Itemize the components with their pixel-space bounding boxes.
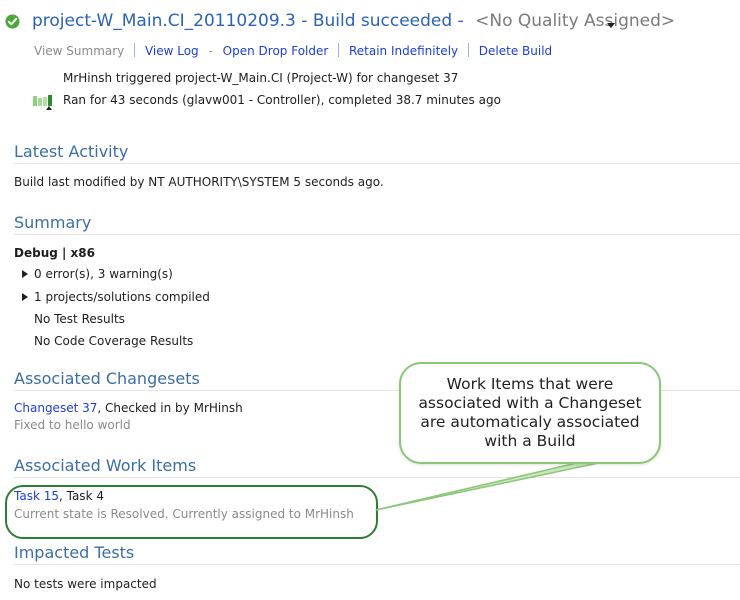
callout-text: Work Items that were associated with a C… bbox=[418, 375, 642, 450]
callout-pointer bbox=[375, 460, 609, 511]
callout-note: Work Items that were associated with a C… bbox=[399, 362, 661, 464]
